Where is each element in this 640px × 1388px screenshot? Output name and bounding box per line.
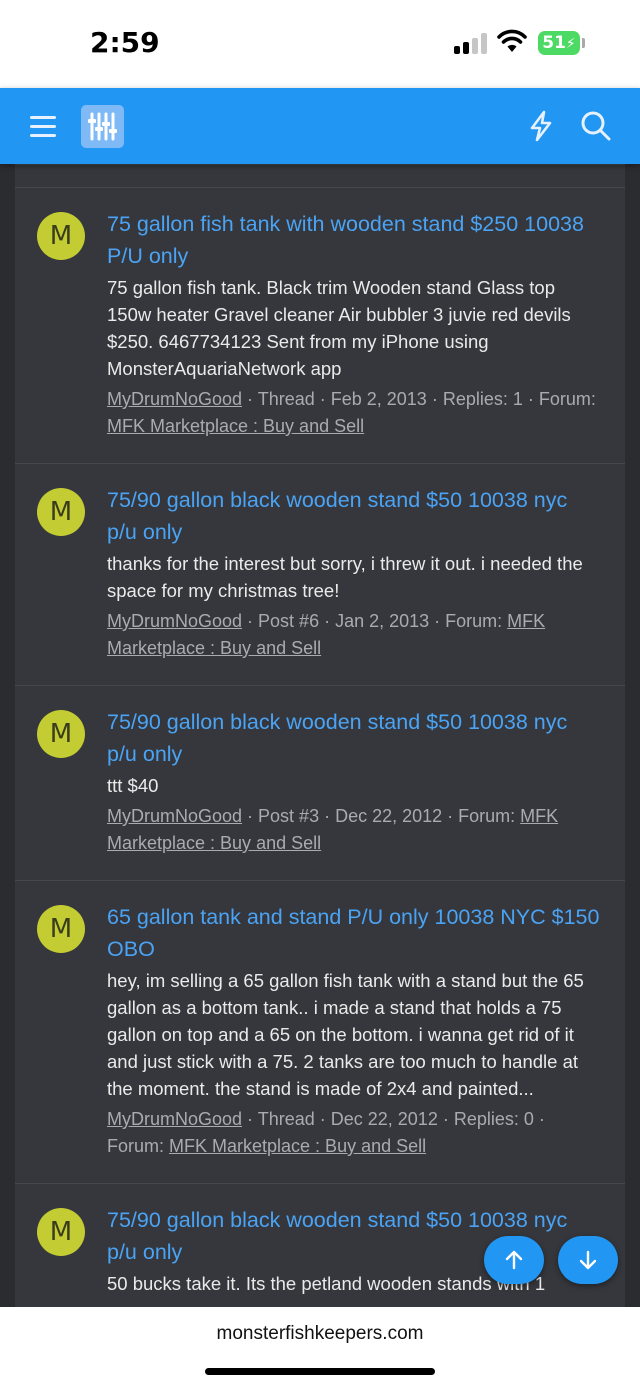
- arrow-down-icon: [579, 1250, 597, 1270]
- avatar[interactable]: M: [37, 1208, 85, 1256]
- result-meta: MyDrumNoGood · Post #6 · Jan 2, 2013 · F…: [107, 608, 601, 662]
- cellular-signal-icon: [454, 32, 488, 54]
- result-meta: MyDrumNoGood · Thread · Dec 22, 2012 · R…: [107, 1106, 601, 1160]
- results-list: M 75 gallon fish tank with wooden stand …: [15, 164, 625, 1307]
- meta-text: · Post #3 · Dec 22, 2012 · Forum:: [242, 806, 521, 826]
- meta-text: · Thread · Feb 2, 2013 · Replies: 1 · Fo…: [242, 389, 596, 409]
- meta-text: · Post #6 · Jan 2, 2013 · Forum:: [242, 611, 508, 631]
- result-item[interactable]: M 75/90 gallon black wooden stand $50 10…: [15, 686, 625, 881]
- result-item[interactable]: M 65 gallon tank and stand P/U only 1003…: [15, 881, 625, 1184]
- result-snippet: 75 gallon fish tank. Black trim Wooden s…: [107, 277, 571, 379]
- bolt-icon[interactable]: [526, 110, 556, 142]
- sliders-logo-icon[interactable]: [81, 105, 124, 148]
- scroll-to-bottom-button[interactable]: [558, 1236, 618, 1284]
- scroll-to-top-button[interactable]: [484, 1236, 544, 1284]
- forum-link[interactable]: MFK Marketplace : Buy and Sell: [169, 1136, 426, 1156]
- avatar[interactable]: M: [37, 710, 85, 758]
- results-top-divider: [15, 165, 625, 188]
- battery-tip: [582, 38, 585, 48]
- result-snippet: hey, im selling a 65 gallon fish tank wi…: [107, 970, 584, 1099]
- result-meta: MyDrumNoGood · Post #3 · Dec 22, 2012 · …: [107, 803, 601, 857]
- result-item[interactable]: M 75/90 gallon black wooden stand $50 10…: [15, 464, 625, 686]
- app-header: [0, 88, 640, 164]
- result-meta: MyDrumNoGood · Thread · Feb 2, 2013 · Re…: [107, 386, 601, 440]
- author-link[interactable]: MyDrumNoGood: [107, 806, 242, 826]
- search-results-area[interactable]: M 75 gallon fish tank with wooden stand …: [0, 164, 640, 1307]
- avatar[interactable]: M: [37, 905, 85, 953]
- author-link[interactable]: MyDrumNoGood: [107, 611, 242, 631]
- result-title-link[interactable]: 75 gallon fish tank with wooden stand $2…: [107, 208, 601, 272]
- home-indicator[interactable]: [205, 1368, 435, 1375]
- avatar[interactable]: M: [37, 488, 85, 536]
- hamburger-menu-icon[interactable]: [30, 116, 56, 138]
- result-title-link[interactable]: 65 gallon tank and stand P/U only 10038 …: [107, 901, 601, 965]
- result-snippet: thanks for the interest but sorry, i thr…: [107, 553, 583, 601]
- result-item[interactable]: M 75 gallon fish tank with wooden stand …: [15, 188, 625, 464]
- wifi-icon: [497, 29, 527, 52]
- status-bar: 2:59 51⚡: [0, 0, 640, 88]
- author-link[interactable]: MyDrumNoGood: [107, 1109, 242, 1129]
- forum-link[interactable]: MFK Marketplace : Buy and Sell: [107, 416, 364, 436]
- battery-level: 51: [542, 33, 566, 53]
- author-link[interactable]: MyDrumNoGood: [107, 389, 242, 409]
- avatar[interactable]: M: [37, 212, 85, 260]
- result-title-link[interactable]: 75/90 gallon black wooden stand $50 1003…: [107, 706, 601, 770]
- result-snippet: ttt $40: [107, 775, 159, 796]
- result-title-link[interactable]: 75/90 gallon black wooden stand $50 1003…: [107, 484, 601, 548]
- arrow-up-icon: [505, 1250, 523, 1270]
- browser-bottom-bar: monsterfishkeepers.com: [0, 1307, 640, 1388]
- battery-icon: 51⚡: [538, 31, 580, 55]
- status-time: 2:59: [90, 26, 160, 59]
- search-icon[interactable]: [580, 110, 612, 142]
- url-bar[interactable]: monsterfishkeepers.com: [0, 1323, 640, 1345]
